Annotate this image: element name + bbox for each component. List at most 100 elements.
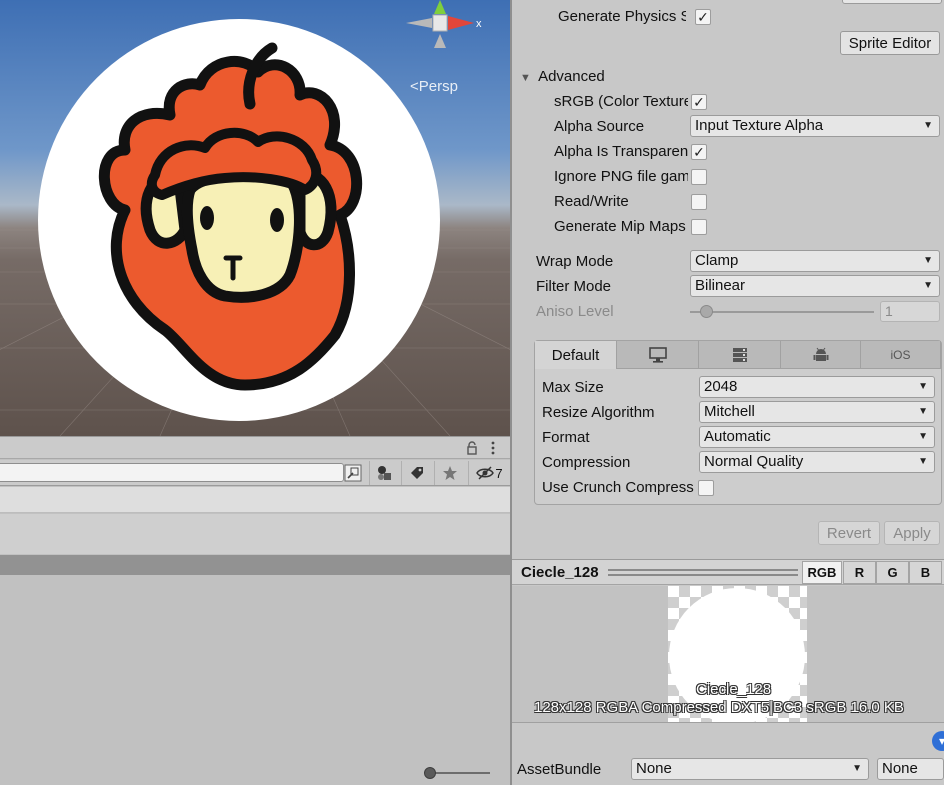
- preview-texture-info: 128x128 RGBA Compressed DXT5|BC3 sRGB 16…: [534, 699, 904, 716]
- use-crunch-compression-label: Use Crunch Compression: [542, 479, 694, 496]
- foldout-arrow-icon: ▼: [520, 72, 531, 84]
- dropdown-arrow-icon: ▼: [918, 431, 928, 442]
- info-badge-icon[interactable]: ▾: [932, 731, 944, 751]
- slider-thumb[interactable]: [424, 767, 436, 779]
- read-write-checkbox[interactable]: [691, 194, 707, 210]
- scene-view[interactable]: <Persp x: [0, 0, 510, 436]
- filter-by-type-button[interactable]: [369, 461, 399, 485]
- compression-label: Compression: [542, 454, 631, 471]
- channel-rgb-button[interactable]: RGB: [802, 561, 842, 584]
- folder-tree-area[interactable]: [0, 514, 510, 554]
- assetbundle-variant-dropdown[interactable]: None: [877, 758, 944, 780]
- hidden-packages-count: 7: [495, 465, 503, 481]
- srgb-checkbox[interactable]: ✓: [691, 94, 707, 110]
- hidden-packages-toggle[interactable]: 7: [468, 461, 510, 485]
- platform-tabs: Default iOS: [535, 341, 941, 369]
- alpha-is-transparency-label: Alpha Is Transparency: [554, 143, 688, 160]
- sprite-editor-button[interactable]: Sprite Editor: [840, 31, 940, 55]
- folder-header-bar: [0, 555, 510, 575]
- tab-android[interactable]: [781, 341, 861, 369]
- wrap-mode-dropdown[interactable]: Clamp ▼: [690, 250, 940, 272]
- dropdown-arrow-icon: ▼: [852, 763, 862, 774]
- ignore-png-gamma-label: Ignore PNG file gamma: [554, 168, 688, 185]
- read-write-label: Read/Write: [554, 193, 629, 210]
- filter-mode-dropdown[interactable]: Bilinear ▼: [690, 275, 940, 297]
- preview-texture-name: Ciecle_128: [696, 681, 772, 698]
- format-label: Format: [542, 429, 590, 446]
- slider-thumb[interactable]: [700, 305, 713, 318]
- projection-label[interactable]: <Persp: [410, 78, 458, 95]
- monitor-icon: [648, 346, 667, 363]
- aniso-level-slider[interactable]: [690, 305, 874, 319]
- tab-ios[interactable]: iOS: [861, 341, 941, 369]
- preview-title: Ciecle_128: [521, 564, 599, 581]
- compression-dropdown[interactable]: Normal Quality ▼: [699, 451, 935, 473]
- assetbundle-label: AssetBundle: [517, 761, 602, 778]
- sprite-preview-circle[interactable]: [0, 0, 510, 436]
- filter-by-label-button[interactable]: [401, 461, 431, 485]
- inspector-panel: Generate Physics Shape ✓ Sprite Editor ▼…: [512, 0, 944, 785]
- dropdown-arrow-icon: ▼: [918, 456, 928, 467]
- channel-r-button[interactable]: R: [843, 561, 876, 584]
- ignore-png-gamma-checkbox[interactable]: [691, 169, 707, 185]
- folder-tree-row[interactable]: [0, 487, 510, 513]
- channel-g-button[interactable]: G: [876, 561, 909, 584]
- svg-text:x: x: [476, 18, 482, 30]
- use-crunch-compression-checkbox[interactable]: [698, 480, 714, 496]
- shapes-icon: [377, 466, 391, 480]
- eye-hidden-icon: [476, 466, 495, 480]
- slider-track: [690, 311, 874, 313]
- scene-orientation-gizmo[interactable]: x: [398, 0, 488, 50]
- dropdown-arrow-icon: ▼: [918, 381, 928, 392]
- server-icon: [732, 347, 747, 362]
- tab-default[interactable]: Default: [535, 341, 617, 369]
- srgb-label: sRGB (Color Texture): [554, 93, 688, 110]
- tab-standalone[interactable]: [617, 341, 699, 369]
- filter-mode-label: Filter Mode: [536, 278, 612, 295]
- generate-mip-maps-label: Generate Mip Maps: [554, 218, 686, 235]
- preview-header: Ciecle_128 RGB R G B: [512, 559, 944, 585]
- aniso-level-field[interactable]: 1: [880, 301, 940, 322]
- resize-algorithm-dropdown[interactable]: Mitchell ▼: [699, 401, 935, 423]
- max-size-dropdown[interactable]: 2048 ▼: [699, 376, 935, 398]
- project-panel: 7: [0, 436, 510, 785]
- icon-size-slider[interactable]: [424, 767, 492, 779]
- advanced-label: Advanced: [538, 68, 605, 85]
- generate-physics-shape-checkbox[interactable]: ✓: [695, 9, 711, 25]
- persp-arrow-icon: <: [410, 78, 419, 95]
- dropdown-arrow-icon: ▼: [923, 280, 933, 291]
- generate-physics-shape-label: Generate Physics Shape: [558, 8, 686, 25]
- alpha-source-label: Alpha Source: [554, 118, 645, 135]
- platform-settings: Default iOS Max Size 2048 ▼ Resize Algori…: [534, 340, 942, 505]
- alpha-is-transparency-checkbox[interactable]: ✓: [691, 144, 707, 160]
- alpha-source-dropdown[interactable]: Input Texture Alpha ▼: [690, 115, 940, 137]
- tag-icon: [410, 467, 423, 479]
- revert-button[interactable]: Revert: [818, 521, 880, 545]
- assetbundle-row: ▾ AssetBundle None ▼ None: [512, 722, 944, 785]
- favorites-button[interactable]: [434, 461, 464, 485]
- more-options-icon[interactable]: [490, 441, 496, 455]
- generate-mip-maps-checkbox[interactable]: [691, 219, 707, 235]
- resize-algorithm-label: Resize Algorithm: [542, 404, 655, 421]
- assetbundle-name-dropdown[interactable]: None ▼: [631, 758, 869, 780]
- top-field-remnant: [842, 0, 942, 4]
- texture-preview[interactable]: Ciecle_128 128x128 RGBA Compressed DXT5|…: [512, 586, 944, 722]
- star-icon: [442, 466, 457, 480]
- preview-drag-handle[interactable]: [608, 569, 798, 576]
- search-input[interactable]: [0, 463, 344, 482]
- search-by-type-icon[interactable]: [344, 464, 362, 482]
- channel-b-button[interactable]: B: [909, 561, 942, 584]
- tab-server[interactable]: [699, 341, 781, 369]
- dropdown-arrow-icon: ▼: [918, 406, 928, 417]
- format-dropdown[interactable]: Automatic ▼: [699, 426, 935, 448]
- wrap-mode-label: Wrap Mode: [536, 253, 614, 270]
- dropdown-arrow-icon: ▼: [923, 120, 933, 131]
- lock-icon[interactable]: [466, 441, 478, 455]
- advanced-foldout[interactable]: ▼ Advanced: [520, 68, 605, 85]
- dropdown-arrow-icon: ▼: [923, 255, 933, 266]
- android-icon: [813, 347, 828, 361]
- project-toolbar: 7: [0, 460, 510, 486]
- max-size-label: Max Size: [542, 379, 604, 396]
- aniso-level-label: Aniso Level: [536, 303, 614, 320]
- apply-button[interactable]: Apply: [884, 521, 940, 545]
